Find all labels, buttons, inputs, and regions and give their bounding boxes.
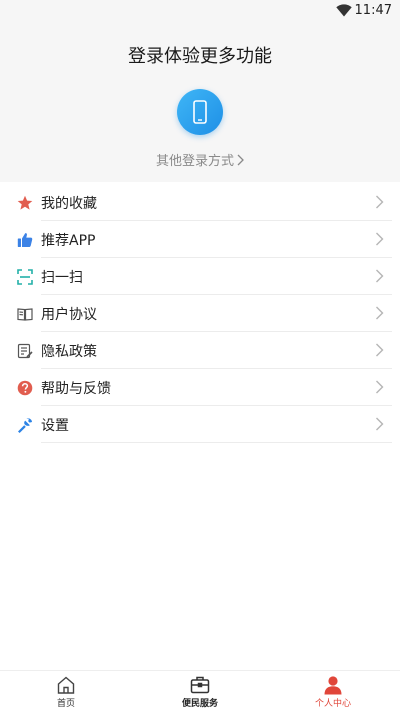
chevron-right-icon bbox=[376, 343, 384, 357]
wifi-icon bbox=[336, 4, 352, 17]
policy-icon bbox=[17, 343, 33, 359]
chevron-right-icon bbox=[376, 417, 384, 431]
help-icon bbox=[17, 380, 33, 396]
chevron-right-icon bbox=[376, 195, 384, 209]
status-time: 11:47 bbox=[354, 3, 392, 18]
other-login-link[interactable]: 其他登录方式 bbox=[0, 150, 400, 169]
menu-item-help-feedback[interactable]: 帮助与反馈 bbox=[0, 369, 400, 406]
thumbs-up-icon bbox=[17, 232, 33, 248]
menu-item-recommend-app[interactable]: 推荐APP bbox=[0, 221, 400, 258]
nav-service-label: 便民服务 bbox=[181, 699, 218, 709]
bottom-nav: 首页 便民服务 个人中心 bbox=[0, 670, 400, 710]
settings-icon bbox=[17, 417, 33, 433]
nav-home-label: 首页 bbox=[56, 699, 75, 709]
briefcase-icon bbox=[190, 676, 210, 694]
menu-item-label: 用户协议 bbox=[41, 307, 97, 323]
chevron-right-icon bbox=[376, 232, 384, 246]
menu-item-label: 扫一扫 bbox=[41, 270, 83, 286]
login-panel: 登录体验更多功能 其他登录方式 bbox=[0, 22, 400, 182]
nav-me-label: 个人中心 bbox=[314, 699, 351, 709]
other-login-label: 其他登录方式 bbox=[155, 154, 234, 169]
chevron-right-icon bbox=[376, 269, 384, 283]
menu-item-user-agreement[interactable]: 用户协议 bbox=[0, 295, 400, 332]
menu-item-label: 推荐APP bbox=[41, 233, 96, 249]
login-title: 登录体验更多功能 bbox=[128, 46, 272, 67]
menu-item-settings[interactable]: 设置 bbox=[0, 406, 400, 443]
menu-item-label: 设置 bbox=[41, 418, 69, 434]
menu-list: 我的收藏 推荐APP 扫一扫 用户协议 隐私政策 帮助与反馈 设置 bbox=[0, 184, 400, 443]
home-icon bbox=[57, 676, 75, 694]
status-bar: 11:47 bbox=[0, 0, 400, 22]
chevron-right-icon bbox=[376, 380, 384, 394]
star-icon bbox=[17, 195, 33, 211]
chevron-right-icon bbox=[237, 154, 244, 166]
phone-login-button[interactable] bbox=[177, 89, 223, 135]
scan-icon bbox=[17, 269, 33, 285]
menu-item-label: 隐私政策 bbox=[41, 344, 97, 360]
divider bbox=[41, 442, 392, 443]
nav-me[interactable]: 个人中心 bbox=[293, 675, 373, 710]
phone-icon bbox=[193, 100, 207, 124]
menu-item-privacy-policy[interactable]: 隐私政策 bbox=[0, 332, 400, 369]
nav-home[interactable]: 首页 bbox=[26, 675, 106, 710]
menu-item-scan[interactable]: 扫一扫 bbox=[0, 258, 400, 295]
user-icon bbox=[324, 676, 342, 695]
menu-item-label: 我的收藏 bbox=[41, 196, 97, 212]
nav-service[interactable]: 便民服务 bbox=[160, 675, 240, 710]
menu-item-favorites[interactable]: 我的收藏 bbox=[0, 184, 400, 221]
book-icon bbox=[17, 306, 33, 322]
menu-item-label: 帮助与反馈 bbox=[41, 381, 111, 397]
chevron-right-icon bbox=[376, 306, 384, 320]
